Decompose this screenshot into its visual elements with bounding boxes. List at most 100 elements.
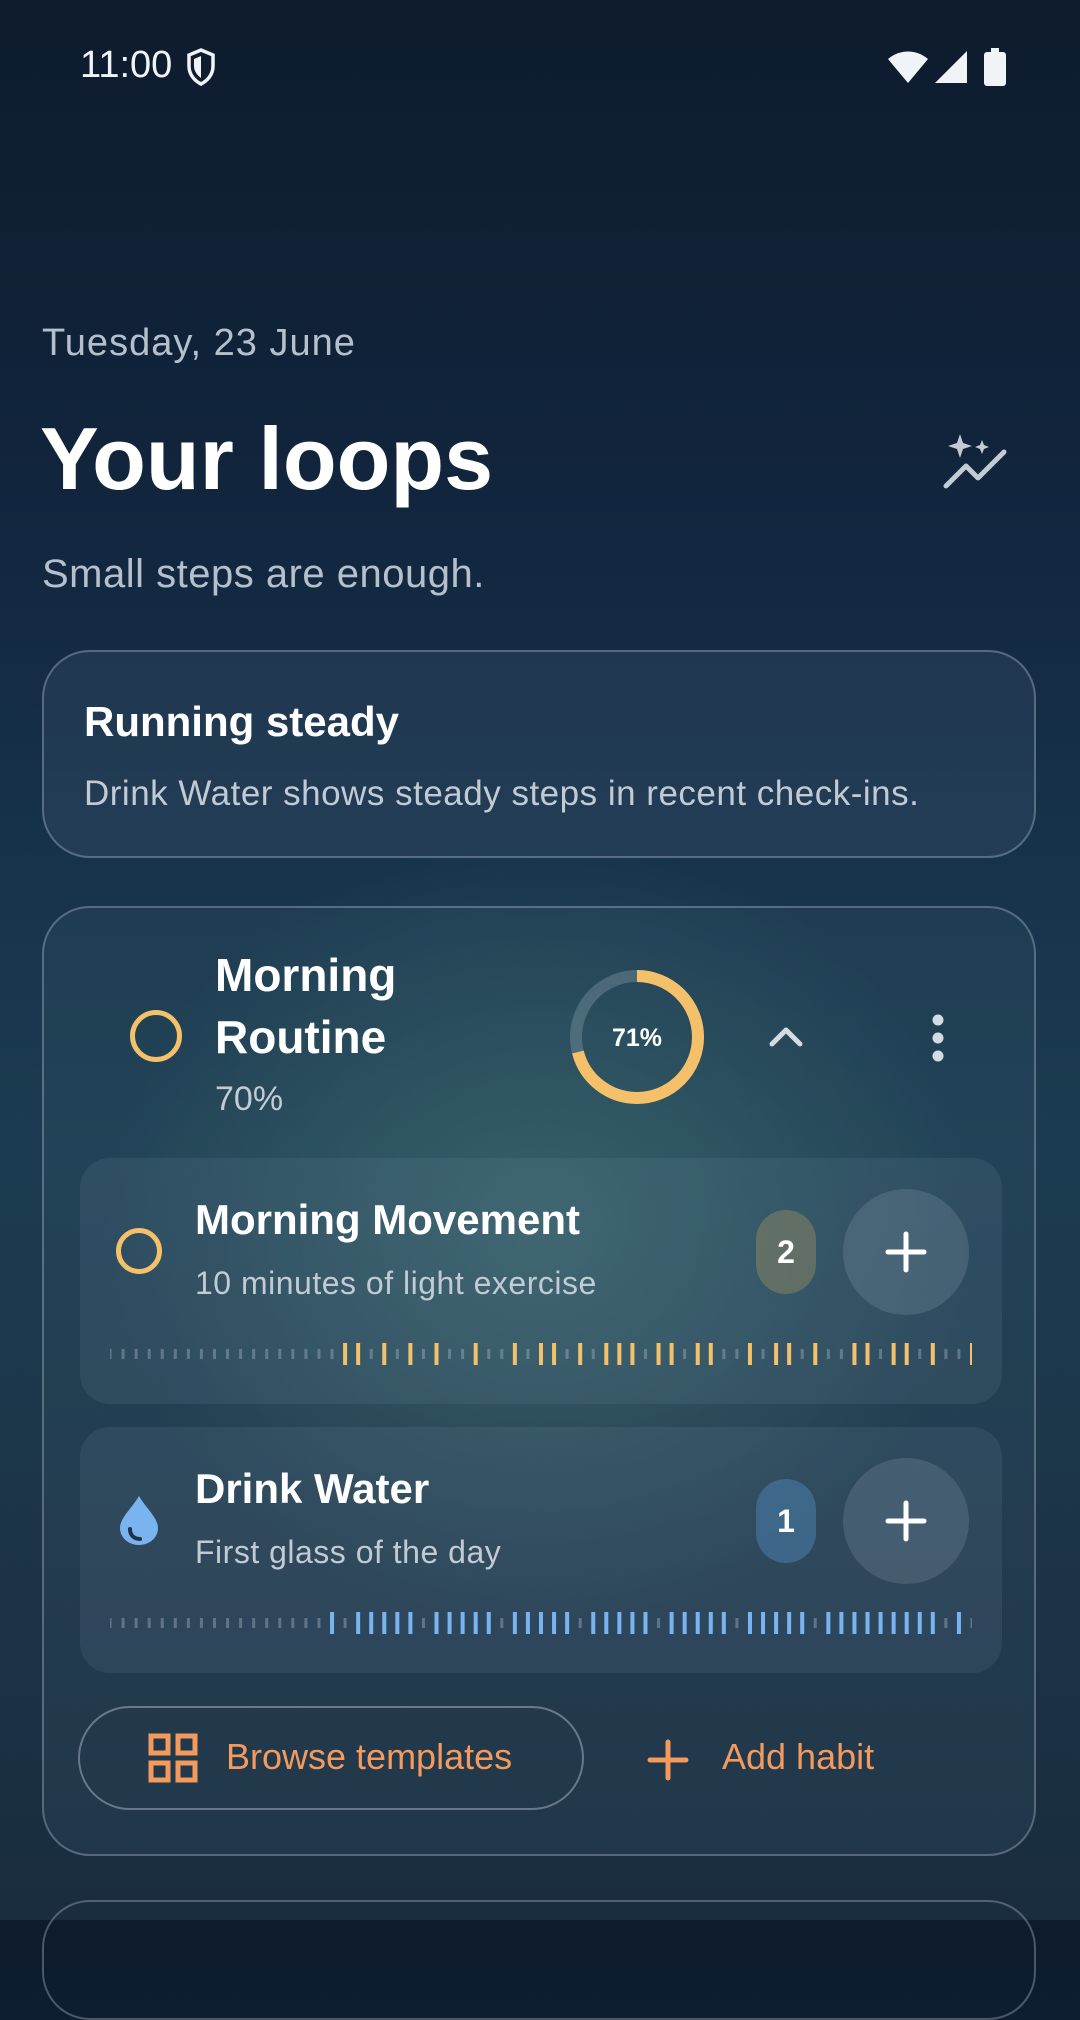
history-tick <box>382 1612 387 1634</box>
add-habit-button[interactable]: Add habit <box>722 1736 874 1778</box>
history-tick <box>110 1618 112 1628</box>
history-tick <box>930 1612 935 1634</box>
plus-icon[interactable] <box>646 1738 690 1782</box>
banner-description: Drink Water shows steady steps in recent… <box>84 774 920 813</box>
status-time: 11:00 <box>80 44 173 86</box>
history-tick <box>539 1612 543 1634</box>
history-tick <box>330 1349 334 1359</box>
history-tick <box>461 1349 465 1359</box>
history-tick <box>761 1349 765 1359</box>
habit-name: Morning Movement <box>195 1196 580 1243</box>
history-tick <box>291 1349 295 1359</box>
insights-sparkle-icon[interactable] <box>940 430 1010 494</box>
habit-count-badge: 1 <box>756 1479 816 1563</box>
history-tick <box>278 1349 282 1359</box>
history-tick <box>591 1349 595 1359</box>
history-tick <box>787 1612 792 1634</box>
history-tick <box>708 1612 713 1634</box>
history-tick <box>761 1612 766 1634</box>
history-tick <box>134 1349 138 1359</box>
history-tick <box>421 1349 425 1359</box>
history-tick <box>486 1612 491 1634</box>
history-tick <box>304 1618 308 1628</box>
increment-button[interactable] <box>843 1189 969 1315</box>
grid-icon <box>148 1733 198 1783</box>
habit-status-ring-icon[interactable] <box>116 1228 162 1274</box>
history-tick <box>317 1349 321 1359</box>
history-tick <box>343 1618 347 1628</box>
history-tick <box>957 1349 961 1359</box>
history-tick <box>839 1612 844 1634</box>
history-tick <box>173 1618 177 1628</box>
group-status-ring-icon[interactable] <box>130 1010 182 1062</box>
history-tick <box>878 1612 883 1634</box>
history-tick <box>657 1618 661 1628</box>
history-tick <box>852 1343 857 1365</box>
habit-name: Drink Water <box>195 1465 430 1512</box>
plus-icon <box>885 1231 927 1273</box>
history-tick <box>395 1612 400 1634</box>
habit-description: 10 minutes of light exercise <box>195 1265 597 1301</box>
history-tick <box>970 1618 972 1628</box>
history-tick <box>147 1618 151 1628</box>
history-tick <box>369 1349 373 1359</box>
history-tick <box>369 1612 374 1634</box>
history-tick <box>695 1343 700 1365</box>
history-tick <box>525 1612 530 1634</box>
history-tick <box>526 1349 530 1359</box>
history-tick <box>278 1618 282 1628</box>
history-tick <box>813 1618 817 1628</box>
collapse-chevron-icon[interactable] <box>756 1014 816 1058</box>
history-tick <box>121 1349 125 1359</box>
history-tick <box>421 1618 425 1628</box>
history-tick <box>879 1349 883 1359</box>
history-tick <box>735 1618 739 1628</box>
history-tick <box>578 1618 582 1628</box>
history-tick <box>265 1349 269 1359</box>
history-tick <box>199 1618 203 1628</box>
history-tick <box>500 1349 504 1359</box>
group-progress-donut: 71% <box>570 970 704 1104</box>
history-tick <box>565 1612 570 1634</box>
water-drop-icon <box>120 1496 158 1545</box>
history-tick <box>487 1349 491 1359</box>
history-tick <box>512 1612 517 1634</box>
battery-icon <box>984 48 1006 86</box>
history-tick <box>239 1349 243 1359</box>
history-tick <box>800 1612 805 1634</box>
history-tick <box>186 1618 190 1628</box>
history-tick <box>212 1349 216 1359</box>
history-tick <box>865 1343 870 1365</box>
habit-count-badge: 2 <box>756 1210 816 1294</box>
history-tick <box>147 1349 151 1359</box>
history-tick <box>110 1349 112 1359</box>
history-tick <box>186 1349 190 1359</box>
history-tick <box>356 1343 361 1365</box>
history-tick <box>970 1343 972 1365</box>
history-tick <box>669 1612 674 1634</box>
history-tick <box>826 1612 831 1634</box>
history-tick <box>330 1612 335 1634</box>
history-tick <box>591 1612 596 1634</box>
history-tick <box>695 1612 700 1634</box>
history-tick <box>800 1349 804 1359</box>
history-tick <box>774 1343 779 1365</box>
history-tick <box>291 1618 295 1628</box>
history-tick <box>252 1349 256 1359</box>
history-tick <box>917 1612 922 1634</box>
history-tick <box>343 1343 348 1365</box>
history-tick <box>656 1343 661 1365</box>
more-options-icon[interactable] <box>910 1010 966 1066</box>
history-tick <box>539 1343 543 1365</box>
history-tick <box>160 1618 164 1628</box>
history-tick <box>865 1612 870 1634</box>
history-tick <box>839 1349 843 1359</box>
page-subtitle: Small steps are enough. <box>42 552 485 596</box>
history-tick <box>630 1612 635 1634</box>
history-tick <box>565 1349 569 1359</box>
increment-button[interactable] <box>843 1458 969 1584</box>
history-tick <box>134 1618 138 1628</box>
history-tick <box>199 1349 203 1359</box>
habit-history-ticks <box>110 1612 972 1634</box>
history-tick <box>447 1612 452 1634</box>
